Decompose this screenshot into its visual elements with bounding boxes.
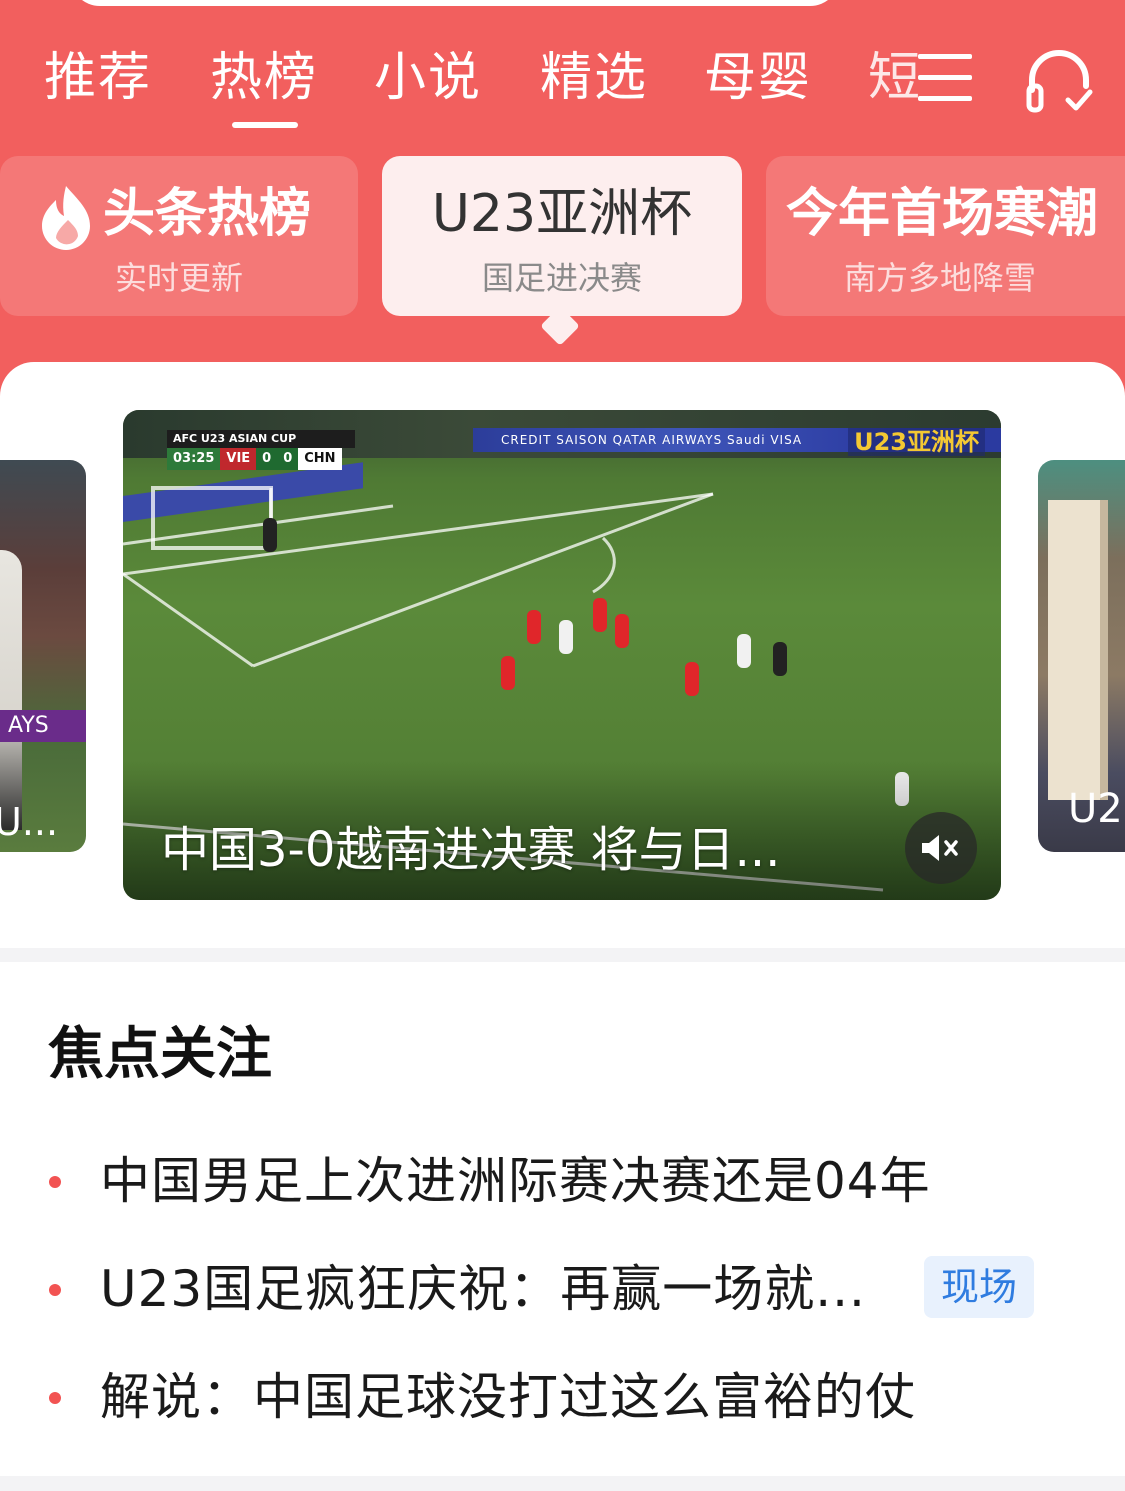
player-figure bbox=[685, 662, 699, 696]
scoreboard-competition: AFC U23 ASIAN CUP bbox=[167, 430, 355, 448]
live-tag: 现场 bbox=[924, 1256, 1034, 1318]
scoreboard-away-team: CHN bbox=[298, 448, 342, 470]
goalkeeper-figure bbox=[263, 518, 277, 552]
focus-item[interactable]: 中国男足上次进洲际赛决赛还是04年 bbox=[0, 1142, 1125, 1222]
carousel-card-caption: U... bbox=[0, 800, 59, 844]
player-figure bbox=[615, 614, 629, 648]
carousel-card-next[interactable]: U2 bbox=[1038, 460, 1125, 852]
focus-item[interactable]: U23国足疯狂庆祝：再赢一场就... 现场 bbox=[0, 1250, 1125, 1330]
header: 推荐 热榜 小说 精选 母婴 短 头条热榜 实时更新 U23亚洲杯 国足进决赛 … bbox=[0, 0, 1125, 420]
tab-featured[interactable]: 精选 bbox=[540, 38, 648, 118]
bullet-dot bbox=[49, 1176, 61, 1188]
hot-card-subtitle: 国足进决赛 bbox=[481, 259, 642, 297]
video-carousel[interactable]: AYS U... CREDIT SAISON QATAR AIRWAYS Sau… bbox=[0, 410, 1125, 902]
carousel-card-caption: U2 bbox=[1068, 786, 1123, 832]
referee-figure bbox=[773, 642, 787, 676]
scoreboard: AFC U23 ASIAN CUP 03:25 VIE 0 0 CHN bbox=[167, 430, 355, 472]
bullet-dot bbox=[49, 1284, 61, 1296]
scoreboard-home-team: VIE bbox=[220, 448, 257, 470]
tab-parenting[interactable]: 母婴 bbox=[704, 38, 812, 118]
bullet-dot bbox=[49, 1392, 61, 1404]
thumbnail-image bbox=[0, 550, 22, 830]
mute-button[interactable] bbox=[905, 812, 977, 884]
channel-tabbar: 推荐 热榜 小说 精选 母婴 短 bbox=[0, 38, 1125, 128]
thumbnail-image bbox=[1048, 500, 1108, 800]
player-figure bbox=[593, 598, 607, 632]
focus-item-text[interactable]: U23国足疯狂庆祝：再赢一场就... bbox=[100, 1256, 866, 1322]
focus-item[interactable]: 解说：中国足球没打过这么富裕的仗 bbox=[0, 1358, 1125, 1438]
search-bar[interactable] bbox=[70, 0, 840, 6]
u23-corner-logo: U23亚洲杯 bbox=[848, 428, 985, 456]
hot-card-headline[interactable]: 头条热榜 实时更新 bbox=[0, 156, 358, 316]
hot-card-cold-wave[interactable]: 今年首场寒潮 南方多地降雪 bbox=[766, 156, 1125, 316]
mute-icon bbox=[922, 835, 958, 861]
scoreboard-away-score: 0 bbox=[277, 448, 299, 470]
tab-recommend[interactable]: 推荐 bbox=[44, 38, 152, 118]
section-title: 焦点关注 bbox=[48, 1022, 272, 1087]
hot-card-subtitle: 实时更新 bbox=[114, 259, 243, 297]
section-divider bbox=[0, 1476, 1125, 1491]
player-figure bbox=[527, 610, 541, 644]
hot-topic-cards: 头条热榜 实时更新 U23亚洲杯 国足进决赛 今年首场寒潮 南方多地降雪 bbox=[0, 156, 1125, 336]
headphone-icon[interactable] bbox=[1024, 46, 1094, 116]
featured-video[interactable]: CREDIT SAISON QATAR AIRWAYS Saudi VISA A… bbox=[123, 410, 1001, 900]
scoreboard-home-score: 0 bbox=[256, 448, 278, 470]
carousel-card-prev[interactable]: AYS U... bbox=[0, 460, 86, 852]
menu-icon[interactable] bbox=[918, 52, 974, 104]
scoreboard-time: 03:25 bbox=[167, 448, 221, 470]
hot-card-title: 今年首场寒潮 bbox=[786, 184, 1099, 244]
thumbnail-adboard: AYS bbox=[0, 710, 86, 742]
focus-section: 焦点关注 中国男足上次进洲际赛决赛还是04年 U23国足疯狂庆祝：再赢一场就..… bbox=[0, 962, 1125, 1476]
tab-short[interactable]: 短 bbox=[868, 38, 920, 118]
focus-item-text[interactable]: 中国男足上次进洲际赛决赛还是04年 bbox=[100, 1148, 931, 1214]
player-figure bbox=[737, 634, 751, 668]
hot-card-title: 头条热榜 bbox=[102, 184, 311, 244]
hot-card-u23[interactable]: U23亚洲杯 国足进决赛 bbox=[382, 156, 742, 316]
player-figure bbox=[501, 656, 515, 690]
tab-novel[interactable]: 小说 bbox=[374, 38, 482, 118]
video-panel: AYS U... CREDIT SAISON QATAR AIRWAYS Sau… bbox=[0, 362, 1125, 948]
video-title[interactable]: 中国3-0越南进决赛 将与日... bbox=[161, 820, 901, 880]
focus-item-text[interactable]: 解说：中国足球没打过这么富裕的仗 bbox=[100, 1364, 916, 1430]
hot-card-subtitle: 南方多地降雪 bbox=[844, 259, 1037, 297]
tab-hot-list[interactable]: 热榜 bbox=[210, 38, 318, 128]
player-figure bbox=[559, 620, 573, 654]
hot-card-title: U23亚洲杯 bbox=[431, 184, 693, 244]
